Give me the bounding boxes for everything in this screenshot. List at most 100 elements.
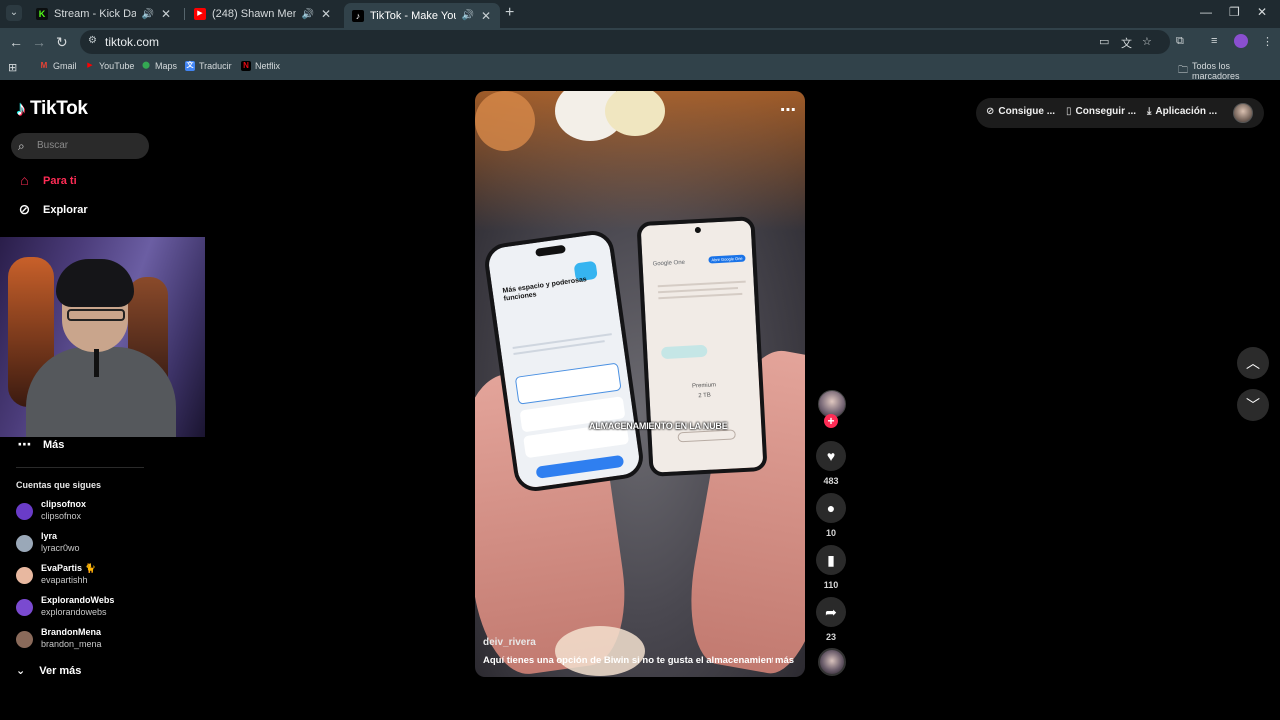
tiktok-favicon-icon: ♪ xyxy=(352,9,364,22)
minimize-icon[interactable]: — xyxy=(1200,5,1212,19)
restore-icon[interactable]: ❐ xyxy=(1229,5,1240,19)
top-action-label: Consigue ... xyxy=(998,106,1056,117)
tab-youtube[interactable]: ▶ (248) Shawn Mendes - There's Nothing 🔊… xyxy=(186,3,340,25)
nav-for-you[interactable]: ⌂ Para ti xyxy=(16,172,76,189)
translate-icon[interactable]: 文 xyxy=(1121,35,1132,51)
previous-video-button[interactable]: ︿ xyxy=(1237,347,1269,379)
follow-plus-icon[interactable]: + xyxy=(824,414,838,428)
get-coins-button[interactable]: ⊘ Consigue ... xyxy=(986,106,1055,117)
search-input[interactable] xyxy=(11,133,149,159)
youtube-icon: ▶ xyxy=(87,62,93,69)
tab-title: Stream - Kick Dashboard xyxy=(54,8,136,20)
folder-icon: 🗀 xyxy=(1178,64,1188,76)
phone-screen: Google One Abrir Google One Premium 2 TB xyxy=(640,220,764,473)
see-more-button[interactable]: ⌄ Ver más xyxy=(16,664,81,678)
video-description: Aquí tienes una opción de Biwin si no te… xyxy=(483,655,773,666)
reading-list-icon[interactable]: ≡ xyxy=(1211,35,1217,47)
site-info-icon[interactable]: ⚙ xyxy=(88,35,100,47)
speaker-icon[interactable]: 🔊 xyxy=(302,9,314,20)
bookmark-translate[interactable]: 文 Traducir xyxy=(185,61,232,71)
menu-kebab-icon[interactable]: ⋮ xyxy=(1262,35,1273,48)
avatar xyxy=(16,567,33,584)
user-avatar[interactable] xyxy=(1233,103,1253,123)
tab-kick[interactable]: K Stream - Kick Dashboard 🔊 ✕ xyxy=(28,3,180,25)
all-bookmarks[interactable]: 🗀 Todos los marcadores xyxy=(1178,61,1280,81)
save-button[interactable]: ▮ xyxy=(816,545,846,575)
phone-right: Google One Abrir Google One Premium 2 TB xyxy=(636,216,768,477)
more-dots-icon: ⋯ xyxy=(17,436,32,452)
following-account[interactable]: lyra lyracr0wo xyxy=(16,531,166,557)
share-count: 23 xyxy=(825,632,836,642)
url-text[interactable]: tiktok.com xyxy=(105,35,159,49)
account-handle: lyracr0wo xyxy=(41,543,80,553)
nav-explore[interactable]: ⊘ Explorar xyxy=(16,201,88,218)
description-more-link[interactable]: más xyxy=(775,655,794,666)
tab-search-icon[interactable]: ⌄ xyxy=(6,5,22,21)
tab-tiktok[interactable]: ♪ TikTok - Make Your Day 🔊 ✕ xyxy=(344,3,500,28)
bookmark-icon: ▮ xyxy=(827,552,835,568)
following-account[interactable]: clipsofnox clipsofnox xyxy=(16,499,166,525)
dynamic-island xyxy=(535,244,566,257)
phone-text-line xyxy=(657,280,746,288)
following-account[interactable]: BrandonMena brandon_mena xyxy=(16,627,166,653)
video-overlay-caption: ALMACENAMIENTO EN LA NUBE xyxy=(589,421,728,431)
maps-pin-icon: ⬤ xyxy=(142,62,150,69)
comment-icon: ● xyxy=(826,500,836,516)
close-window-icon[interactable]: ✕ xyxy=(1257,5,1267,19)
bookmark-maps[interactable]: ⬤ Maps xyxy=(141,61,177,71)
new-tab-icon[interactable]: + xyxy=(505,5,514,21)
webcam-overlay xyxy=(0,237,205,437)
account-name: lyra xyxy=(41,531,58,541)
chevron-up-icon: ︿ xyxy=(1246,355,1260,371)
netflix-icon: N xyxy=(241,61,251,71)
avatar xyxy=(16,599,33,616)
cast-icon[interactable]: ▭ xyxy=(1099,35,1109,48)
share-button[interactable]: ➦ xyxy=(816,597,846,627)
close-tab-icon[interactable]: ✕ xyxy=(480,9,492,23)
phone-right-cta xyxy=(677,429,736,443)
bookmark-youtube[interactable]: ▶ YouTube xyxy=(85,61,134,71)
tab-separator xyxy=(184,8,185,20)
close-tab-icon[interactable]: ✕ xyxy=(160,7,172,21)
bookmark-netflix[interactable]: N Netflix xyxy=(241,61,280,71)
chevron-down-icon: ﹀ xyxy=(1246,397,1260,413)
apps-grid-icon[interactable]: ⊞ xyxy=(8,61,17,74)
close-tab-icon[interactable]: ✕ xyxy=(320,7,332,21)
music-disc-icon[interactable] xyxy=(818,648,846,676)
comment-button[interactable]: ● xyxy=(816,493,846,523)
profile-avatar[interactable] xyxy=(1234,34,1248,48)
video-player[interactable]: Más espacio y poderosas funciones Google… xyxy=(475,91,805,677)
forward-icon[interactable]: → xyxy=(32,34,46,50)
like-button[interactable]: ♥ xyxy=(816,441,846,471)
bookmark-star-icon[interactable]: ☆ xyxy=(1142,35,1152,48)
search-icon[interactable]: ⌕ xyxy=(18,139,25,154)
next-video-button[interactable]: ﹀ xyxy=(1237,389,1269,421)
download-icon: ⤓ xyxy=(1147,106,1152,117)
all-bookmarks-label: Todos los marcadores xyxy=(1192,61,1240,81)
speaker-icon[interactable]: 🔊 xyxy=(462,10,474,21)
following-account[interactable]: EvaPartis 🐈 evapartishh xyxy=(16,563,166,589)
translate-icon: 文 xyxy=(185,61,195,71)
avatar xyxy=(16,535,33,552)
desktop-app-button[interactable]: ⤓ Aplicación ... xyxy=(1147,106,1217,117)
phone-right-button: Abrir Google One xyxy=(708,254,746,264)
bookmark-label: Traducir xyxy=(199,61,232,71)
nav-more[interactable]: ⋯ Más xyxy=(16,436,65,453)
following-title: Cuentas que sigues xyxy=(16,480,102,490)
tiktok-logo[interactable]: ♪ TikTok xyxy=(16,98,88,120)
back-icon[interactable]: ← xyxy=(9,34,23,50)
video-more-options-icon[interactable]: ⋯ xyxy=(780,100,797,120)
logo-text: TikTok xyxy=(30,98,88,119)
extensions-icon[interactable]: ⧉ xyxy=(1176,35,1184,48)
bookmark-label: Maps xyxy=(155,61,178,71)
chevron-down-icon: ⌄ xyxy=(16,665,26,677)
speaker-icon[interactable]: 🔊 xyxy=(142,9,154,20)
bookmark-label: YouTube xyxy=(99,61,135,71)
phone-right-size: 2 TB xyxy=(698,392,712,400)
video-author[interactable]: deiv_rivera xyxy=(483,637,536,648)
address-bar[interactable] xyxy=(80,30,1170,54)
reload-icon[interactable]: ↻ xyxy=(56,34,68,50)
get-app-button[interactable]: ▯ Conseguir ... xyxy=(1066,106,1136,117)
following-account[interactable]: ExplorandoWebs explorandowebs xyxy=(16,595,166,621)
bookmark-gmail[interactable]: M Gmail xyxy=(39,61,77,71)
